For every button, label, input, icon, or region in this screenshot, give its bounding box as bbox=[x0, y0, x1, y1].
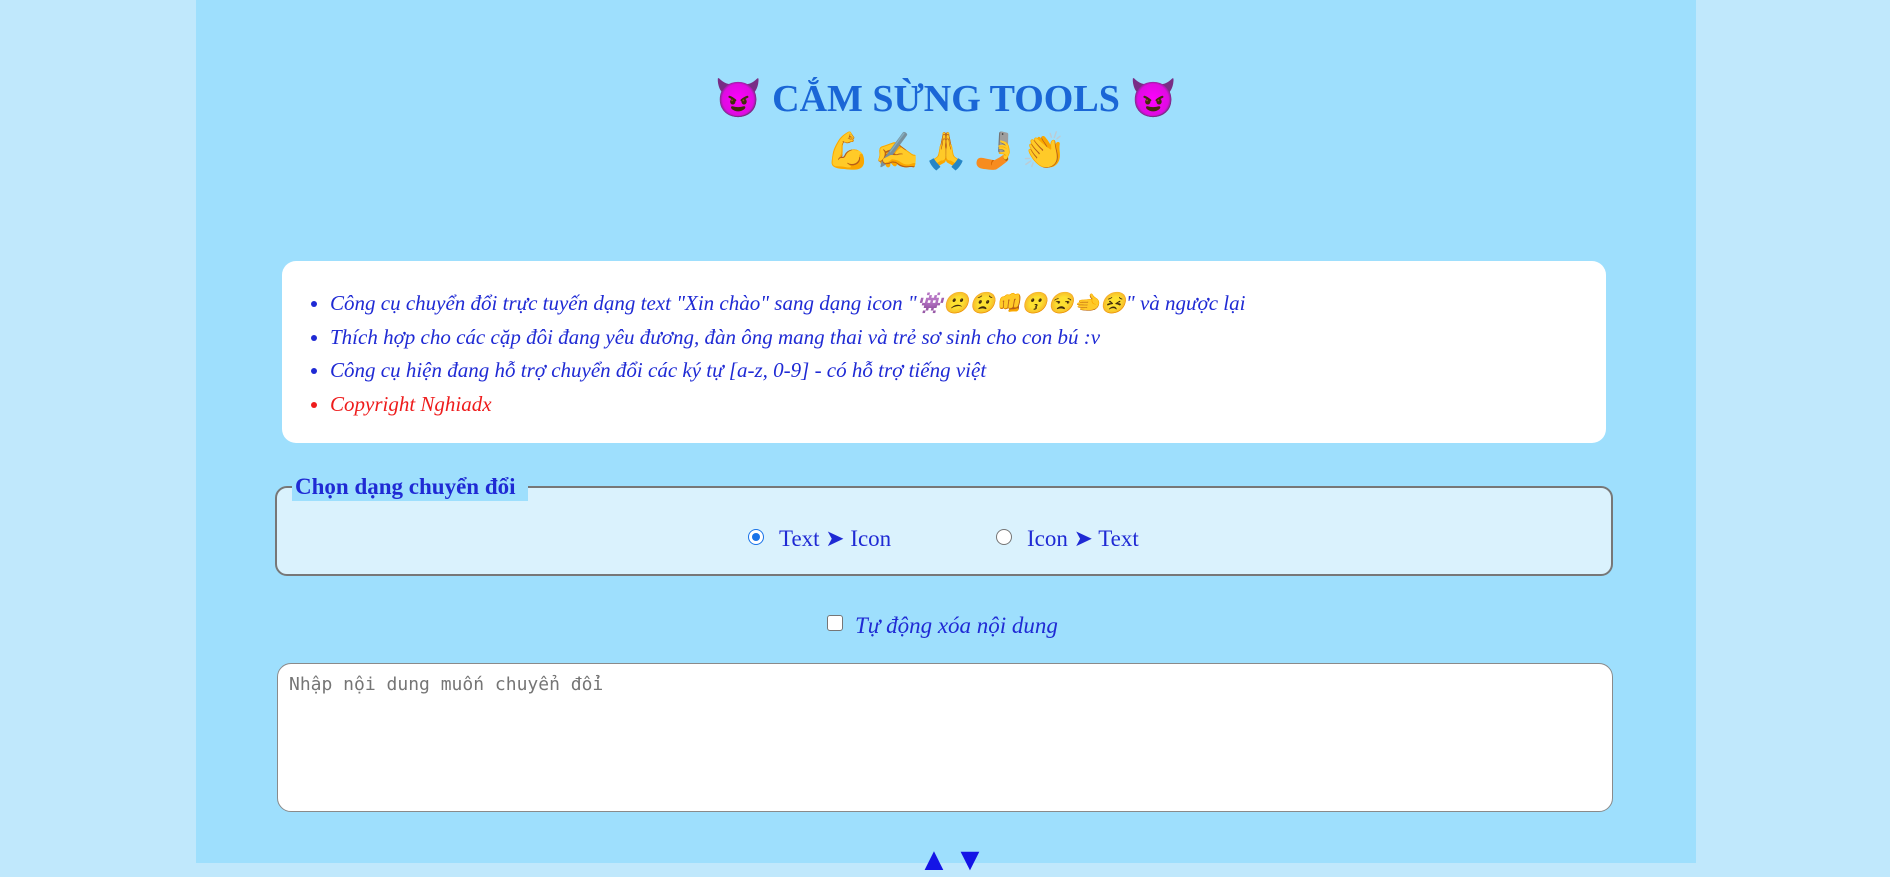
radio-label: Icon ➤ Text bbox=[1027, 526, 1139, 551]
page-title-text: CẮM SỪNG TOOLS bbox=[772, 78, 1120, 120]
info-box: Công cụ chuyển đổi trực tuyến dạng text … bbox=[282, 261, 1606, 443]
info-item: Thích hợp cho các cặp đôi đang yêu đương… bbox=[330, 321, 1606, 355]
page-title: 😈 CẮM SỪNG TOOLS 😈 bbox=[196, 74, 1696, 127]
arrow-up-icon[interactable]: ▲ bbox=[916, 843, 952, 875]
conversion-legend: Chọn dạng chuyển đổi bbox=[292, 473, 528, 501]
info-item: Công cụ hiện đang hỗ trợ chuyển đổi các … bbox=[330, 354, 1606, 388]
selfie-icon: 🤳 bbox=[972, 131, 1018, 171]
arrow-down-icon[interactable]: ▼ bbox=[952, 843, 988, 875]
auto-clear-label: Tự động xóa nội dung bbox=[855, 613, 1058, 638]
radio-button[interactable] bbox=[996, 529, 1012, 545]
input-textarea[interactable] bbox=[277, 663, 1613, 812]
info-item: Công cụ chuyển đổi trực tuyến dạng text … bbox=[330, 287, 1606, 321]
emoji-row: 💪 ✍️ 🙏 🤳 👏 bbox=[196, 128, 1696, 174]
devil-icon: 😈 bbox=[1129, 78, 1178, 121]
swap-buttons: ▲ ▼ bbox=[916, 843, 986, 875]
folded-hands-icon: 🙏 bbox=[923, 131, 969, 171]
writing-hand-icon: ✍️ bbox=[874, 131, 920, 171]
clapping-hands-icon: 👏 bbox=[1021, 131, 1067, 171]
devil-icon: 😈 bbox=[714, 78, 763, 121]
copyright-item: Copyright Nghiadx bbox=[330, 388, 1606, 422]
auto-clear-checkbox[interactable] bbox=[827, 615, 843, 631]
radio-label: Text ➤ Icon bbox=[779, 526, 892, 551]
info-list: Công cụ chuyển đổi trực tuyến dạng text … bbox=[282, 261, 1606, 421]
main-panel: 😈CẮM SỪNG TOOLS😈 💪✍️🙏🤳👏 Công cụ chuyển đ… bbox=[196, 0, 1696, 875]
flexed-biceps-icon: 💪 bbox=[825, 131, 871, 171]
radio-button[interactable] bbox=[748, 529, 764, 545]
conversion-fieldset: Chọn dạng chuyển đổi Text ➤ Icon Icon ➤ … bbox=[275, 473, 1613, 576]
